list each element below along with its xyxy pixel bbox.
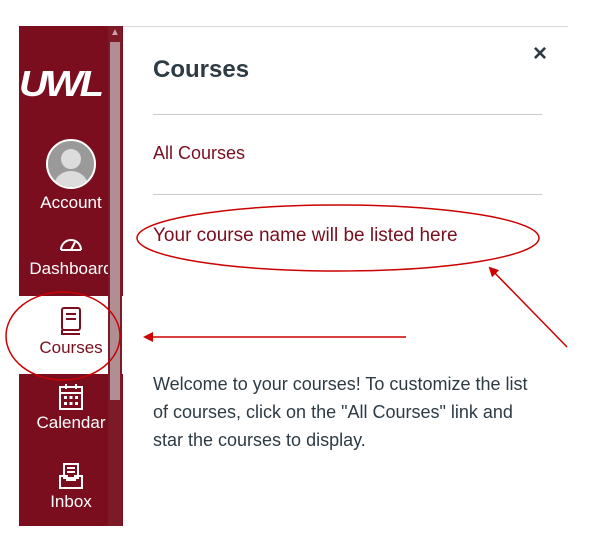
calendar-icon xyxy=(59,384,83,410)
close-button[interactable]: × xyxy=(533,40,547,68)
book-icon xyxy=(61,307,81,335)
user-avatar-icon xyxy=(46,139,96,189)
tray-title: Courses xyxy=(153,56,250,83)
scrollbar-thumb[interactable] xyxy=(110,42,120,400)
scroll-up-arrow-icon[interactable]: ▲ xyxy=(108,26,122,40)
all-courses-link[interactable]: All Courses xyxy=(153,143,245,164)
arrow-to-course-name xyxy=(488,266,568,348)
inbox-icon xyxy=(59,463,83,489)
dashboard-gauge-icon xyxy=(60,239,82,251)
top-border xyxy=(122,26,568,27)
welcome-message: Welcome to your courses! To customize th… xyxy=(153,374,528,450)
divider xyxy=(153,114,542,115)
divider xyxy=(153,194,542,195)
sidebar-scrollbar[interactable]: ▲ xyxy=(108,26,122,526)
course-name-placeholder: Your course name will be listed here xyxy=(153,225,458,246)
logo-text: UWL xyxy=(19,64,104,104)
screenshot: UWL Account Dashboard Courses Calendar I… xyxy=(0,0,600,552)
